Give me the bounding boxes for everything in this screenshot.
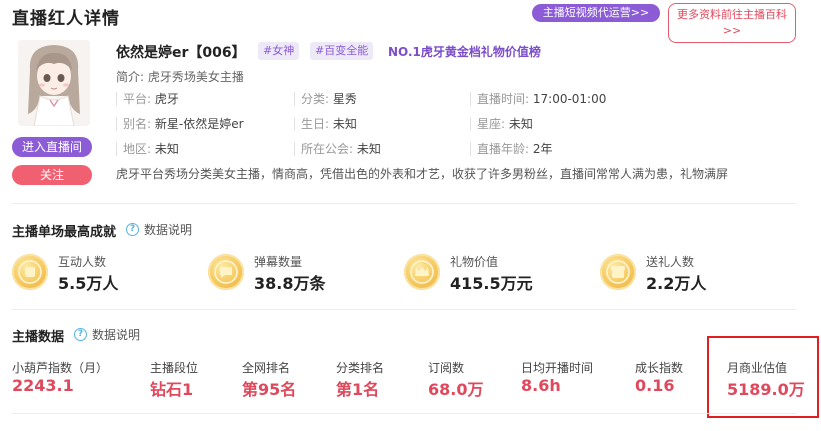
info-platform-value: 虎牙: [154, 92, 179, 106]
info-guild-value: 未知: [356, 142, 381, 156]
metric-label: 小葫芦指数（月）: [12, 361, 109, 375]
help-icon: ?: [74, 328, 87, 341]
info-birthday-value: 未知: [332, 117, 357, 131]
info-guild-label: 所在公会:: [301, 142, 354, 156]
metrics-help[interactable]: ? 数据说明: [74, 326, 140, 343]
info-category: 分类: 星秀: [294, 92, 357, 106]
achievements-help[interactable]: ? 数据说明: [126, 221, 192, 238]
more-info-button-arrow: >>: [722, 24, 742, 37]
enter-live-room-button[interactable]: 进入直播间: [12, 137, 92, 157]
metric-value: 钻石1: [150, 380, 194, 399]
achievements-title: 主播单场最高成就: [12, 225, 117, 240]
metric-label: 日均开播时间: [521, 361, 594, 375]
danmaku-medal-icon: [208, 254, 244, 290]
streamer-intro: 简介: 虎牙秀场美女主播: [116, 70, 244, 84]
stat-value: 5.5万人: [58, 274, 119, 293]
info-birthday: 生日: 未知: [294, 117, 357, 131]
metric-label: 主播段位: [150, 361, 199, 375]
stat-value: 415.5万元: [450, 274, 533, 293]
stat-label: 弹幕数量: [254, 255, 303, 269]
divider: [12, 309, 796, 310]
divider: [12, 413, 796, 414]
info-region-label: 地区:: [123, 142, 152, 156]
info-live-time-value: 17:00-01:00: [532, 92, 607, 106]
info-platform-label: 平台:: [123, 92, 152, 106]
metric-label: 成长指数: [635, 361, 684, 375]
avatar-illustration: [18, 40, 90, 126]
info-platform: 平台: 虎牙: [116, 92, 179, 106]
highlight-box: [707, 336, 819, 418]
metric-label: 订阅数: [428, 361, 465, 375]
metric-value: 8.6h: [521, 376, 561, 395]
tag-versatile[interactable]: #百变全能: [310, 42, 374, 60]
stat-label: 礼物价值: [450, 255, 499, 269]
gifter-medal-icon: [600, 254, 636, 290]
more-info-button-label: 更多资料前往主播百科: [677, 8, 787, 21]
rank-badge[interactable]: NO.1虎牙黄金档礼物价值榜: [388, 43, 541, 60]
info-years-label: 直播年龄:: [477, 142, 530, 156]
metric-label: 全网排名: [242, 361, 291, 375]
achievements-help-label: 数据说明: [144, 223, 193, 237]
divider: [12, 203, 796, 204]
streamer-description: 虎牙平台秀场分类美女主播，情商高，凭借出色的外表和才艺，收获了许多男粉丝，直播间…: [116, 167, 729, 181]
info-constellation: 星座: 未知: [470, 117, 533, 131]
info-alias: 别名: 新星-依然是婷er: [116, 117, 244, 131]
info-region-value: 未知: [154, 142, 179, 156]
info-constellation-value: 未知: [508, 117, 533, 131]
tag-goddess[interactable]: #女神: [258, 42, 300, 60]
interaction-medal-icon: [12, 254, 48, 290]
info-live-time: 直播时间: 17:00-01:00: [470, 92, 606, 106]
metrics-title: 主播数据: [12, 330, 65, 345]
streamer-name: 依然是婷er【006】: [116, 45, 246, 61]
info-live-time-label: 直播时间:: [477, 92, 530, 106]
metric-value: 2243.1: [12, 376, 74, 395]
info-years-value: 2年: [532, 142, 553, 156]
follow-button[interactable]: 关注: [12, 165, 92, 185]
more-info-button[interactable]: 更多资料前往主播百科 >>: [668, 3, 796, 43]
stat-value: 2.2万人: [646, 274, 707, 293]
stat-label: 互动人数: [58, 255, 107, 269]
metric-label: 分类排名: [336, 361, 385, 375]
info-years: 直播年龄: 2年: [470, 142, 553, 156]
info-category-value: 星秀: [332, 92, 357, 106]
avatar: [18, 40, 90, 126]
metric-value: 0.16: [635, 376, 675, 395]
video-agency-button[interactable]: 主播短视频代运营>>: [532, 4, 660, 22]
info-region: 地区: 未知: [116, 142, 179, 156]
stat-label: 送礼人数: [646, 255, 695, 269]
metric-value: 68.0万: [428, 380, 484, 399]
info-constellation-label: 星座:: [477, 117, 506, 131]
metric-value: 第95名: [242, 380, 297, 399]
info-alias-value: 新星-依然是婷er: [154, 117, 244, 131]
page-title: 直播红人详情: [12, 9, 120, 29]
metrics-help-label: 数据说明: [92, 328, 141, 342]
info-birthday-label: 生日:: [301, 117, 330, 131]
gift-medal-icon: [404, 254, 440, 290]
info-category-label: 分类:: [301, 92, 330, 106]
info-guild: 所在公会: 未知: [294, 142, 381, 156]
stat-value: 38.8万条: [254, 274, 326, 293]
help-icon: ?: [126, 223, 139, 236]
info-alias-label: 别名:: [123, 117, 152, 131]
metric-value: 第1名: [336, 380, 380, 399]
